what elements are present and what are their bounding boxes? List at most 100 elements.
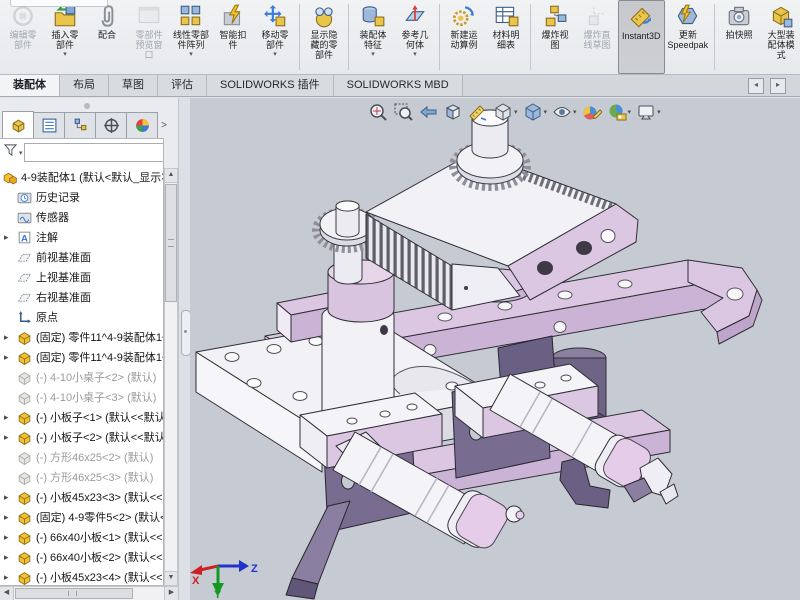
ribbon-button-new-motion-study[interactable]: 新建运动算例 bbox=[443, 0, 485, 74]
headsup-measure-button[interactable] bbox=[466, 100, 490, 124]
panel-splitter[interactable] bbox=[178, 98, 190, 600]
tree-item[interactable]: 前视基准面 bbox=[0, 247, 163, 267]
tree-filter-input[interactable] bbox=[24, 143, 164, 162]
ribbon-button-move-component[interactable]: 移动零部件▾ bbox=[254, 0, 296, 74]
headsup-view-toolbar: ▾▾▾▾▾ bbox=[366, 100, 663, 124]
panel-tab-configurationmanager[interactable] bbox=[64, 112, 96, 138]
expand-arrow-icon[interactable]: ▸ bbox=[2, 552, 17, 563]
tree-item[interactable]: 传感器 bbox=[0, 207, 163, 227]
scroll-down-arrow-icon[interactable]: ▼ bbox=[165, 571, 177, 585]
ribbon-button-linear-component-pattern[interactable]: 线性零部件阵列▾ bbox=[170, 0, 212, 74]
panel-tab-displaymanager[interactable] bbox=[126, 112, 158, 138]
expand-arrow-icon[interactable]: ▸ bbox=[2, 492, 17, 503]
zoom-to-area-icon bbox=[393, 102, 413, 122]
tab-装配体[interactable]: 装配体 bbox=[0, 75, 60, 96]
headsup-display-style-button[interactable]: ▾ bbox=[521, 100, 550, 124]
tab-scroll-buttons: ◂ ▸ bbox=[748, 75, 800, 96]
tree-item[interactable]: (-) 4-10小桌子<3> (默认) bbox=[0, 387, 163, 407]
panel-tab-dimxpertmanager[interactable] bbox=[95, 112, 127, 138]
panel-tab-featuremanager[interactable] bbox=[2, 111, 34, 138]
headsup-apply-scene-button[interactable]: ▾ bbox=[605, 100, 634, 124]
tree-item[interactable]: 4-9装配体1 (默认<默认_显示状 bbox=[0, 167, 163, 187]
tree-item[interactable]: ▸(-) 66x40小板<1> (默认<< bbox=[0, 527, 163, 547]
tree-item[interactable]: ▸(-) 66x40小板<2> (默认<< bbox=[0, 547, 163, 567]
assembly-model-3d[interactable]: X Z Y bbox=[190, 98, 800, 600]
featuremanager-panel: > ▾ 4-9装配体1 (默认<默认_显示状历史记录传感器▸A注解前视基准面上视… bbox=[0, 98, 190, 600]
expand-arrow-icon[interactable]: ▸ bbox=[2, 332, 17, 343]
tree-item[interactable]: ▸(-) 小板45x23<3> (默认<< bbox=[0, 487, 163, 507]
tree-item[interactable]: ▸(固定) 零件11^4-9装配体1< bbox=[0, 327, 163, 347]
tree-item[interactable]: ▸(-) 小板子<2> (默认<<默认 bbox=[0, 427, 163, 447]
ribbon-button-insert-components[interactable]: 插入零部件▾ bbox=[44, 0, 86, 74]
graphics-area[interactable]: X Z Y ▾▾▾▾▾ bbox=[190, 98, 800, 600]
tab-SOLIDWORKS 插件[interactable]: SOLIDWORKS 插件 bbox=[207, 75, 334, 96]
ribbon-button-edit-component[interactable]: 编辑零部件 bbox=[2, 0, 44, 74]
ribbon-button-explode-line-sketch[interactable]: 爆炸直线草图 bbox=[576, 0, 618, 74]
ribbon-button-label: 更新Speedpak bbox=[668, 30, 709, 50]
headsup-zoom-to-fit-button[interactable] bbox=[366, 100, 390, 124]
headsup-edit-appearance-button[interactable] bbox=[580, 100, 604, 124]
tree-item[interactable]: (-) 方形46x25<2> (默认) bbox=[0, 447, 163, 467]
tree-item[interactable]: 右视基准面 bbox=[0, 287, 163, 307]
panel-resize-grip[interactable] bbox=[84, 103, 90, 109]
filter-funnel-icon[interactable] bbox=[3, 143, 18, 163]
expand-arrow-icon[interactable]: ▸ bbox=[2, 412, 17, 423]
tree-item[interactable]: 历史记录 bbox=[0, 187, 163, 207]
ribbon-button-smart-fasteners[interactable]: 智能扣件 bbox=[212, 0, 254, 74]
ribbon-button-label: 插入零部件 bbox=[51, 30, 78, 50]
tab-SOLIDWORKS MBD[interactable]: SOLIDWORKS MBD bbox=[334, 75, 463, 96]
filter-dropdown-arrow-icon[interactable]: ▾ bbox=[19, 149, 23, 157]
tab-scroll-left-button[interactable]: ◂ bbox=[748, 78, 764, 94]
ribbon-button-label: 显示隐藏的零部件 bbox=[311, 30, 338, 60]
ribbon-button-update-speedpak[interactable]: 更新Speedpak bbox=[665, 0, 712, 74]
tree-item[interactable]: ▸(-) 小板45x23<4> (默认<< bbox=[0, 567, 163, 586]
horizontal-scroll-thumb[interactable] bbox=[15, 588, 133, 599]
tab-草图[interactable]: 草图 bbox=[109, 75, 158, 96]
expand-arrow-icon[interactable]: ▸ bbox=[2, 532, 17, 543]
panel-tab-propertymanager[interactable] bbox=[33, 112, 65, 138]
tree-vertical-scrollbar[interactable]: ▲ ▼ bbox=[164, 168, 178, 586]
vertical-scroll-thumb[interactable] bbox=[165, 184, 177, 302]
tree-item[interactable]: ▸(固定) 零件11^4-9装配体1< bbox=[0, 347, 163, 367]
orientation-triad: X Z Y bbox=[190, 560, 258, 600]
expand-arrow-icon[interactable]: ▸ bbox=[2, 512, 17, 523]
scroll-right-arrow-icon[interactable]: ▶ bbox=[164, 587, 178, 600]
headsup-zoom-to-area-button[interactable] bbox=[391, 100, 415, 124]
tree-item[interactable]: 上视基准面 bbox=[0, 267, 163, 287]
featuremanager-tree-panel: ▾ 4-9装配体1 (默认<默认_显示状历史记录传感器▸A注解前视基准面上视基准… bbox=[0, 138, 164, 586]
ribbon-button-reference-geometry[interactable]: 参考几何体▾ bbox=[394, 0, 436, 74]
expand-arrow-icon[interactable]: ▸ bbox=[2, 572, 17, 583]
expand-arrow-icon[interactable]: ▸ bbox=[2, 352, 17, 363]
ribbon-button-large-assembly-mode[interactable]: 大型装配体模式 bbox=[760, 0, 800, 74]
ribbon-button-exploded-view[interactable]: 爆炸视图 bbox=[534, 0, 576, 74]
scroll-left-arrow-icon[interactable]: ◀ bbox=[0, 587, 14, 600]
dropdown-arrow-icon: ▾ bbox=[371, 51, 375, 59]
ribbon-button-mate[interactable]: 配合 bbox=[86, 0, 128, 74]
tab-scroll-right-button[interactable]: ▸ bbox=[770, 78, 786, 94]
scroll-up-arrow-icon[interactable]: ▲ bbox=[165, 169, 177, 183]
headsup-view-orientation-button[interactable]: ▾ bbox=[491, 100, 520, 124]
tab-布局[interactable]: 布局 bbox=[60, 75, 109, 96]
tab-评估[interactable]: 评估 bbox=[158, 75, 207, 96]
tree-horizontal-scrollbar[interactable]: ◀ ▶ bbox=[0, 586, 178, 600]
ribbon-button-assembly-features[interactable]: 装配体特征▾ bbox=[352, 0, 394, 74]
tree-item[interactable]: ▸(-) 小板子<1> (默认<<默认 bbox=[0, 407, 163, 427]
tree-item[interactable]: (-) 4-10小桌子<2> (默认) bbox=[0, 367, 163, 387]
assembly-model[interactable] bbox=[196, 110, 762, 599]
expand-arrow-icon[interactable]: ▸ bbox=[2, 232, 17, 243]
expand-arrow-icon[interactable]: ▸ bbox=[2, 432, 17, 443]
tree-item[interactable]: ▸A注解 bbox=[0, 227, 163, 247]
headsup-previous-view-button[interactable] bbox=[416, 100, 440, 124]
panel-tab-overflow-chevron[interactable]: > bbox=[157, 113, 171, 138]
ribbon-button-show-hidden-components[interactable]: 显示隐藏的零部件 bbox=[303, 0, 345, 74]
tree-item[interactable]: ▸(固定) 4-9零件5<2> (默认< bbox=[0, 507, 163, 527]
headsup-view-settings-button[interactable]: ▾ bbox=[634, 100, 663, 124]
ribbon-button-component-preview-window[interactable]: 零部件预览窗口 bbox=[128, 0, 170, 74]
tree-item[interactable]: (-) 方形46x25<3> (默认) bbox=[0, 467, 163, 487]
ribbon-button-take-snapshot[interactable]: 拍快照 bbox=[718, 0, 760, 74]
tree-item[interactable]: 原点 bbox=[0, 307, 163, 327]
headsup-section-view-button[interactable] bbox=[441, 100, 465, 124]
ribbon-button-bill-of-materials[interactable]: 材料明细表 bbox=[485, 0, 527, 74]
headsup-hide-show-items-button[interactable]: ▾ bbox=[550, 100, 579, 124]
ribbon-button-instant3d[interactable]: Instant3D bbox=[618, 0, 665, 74]
